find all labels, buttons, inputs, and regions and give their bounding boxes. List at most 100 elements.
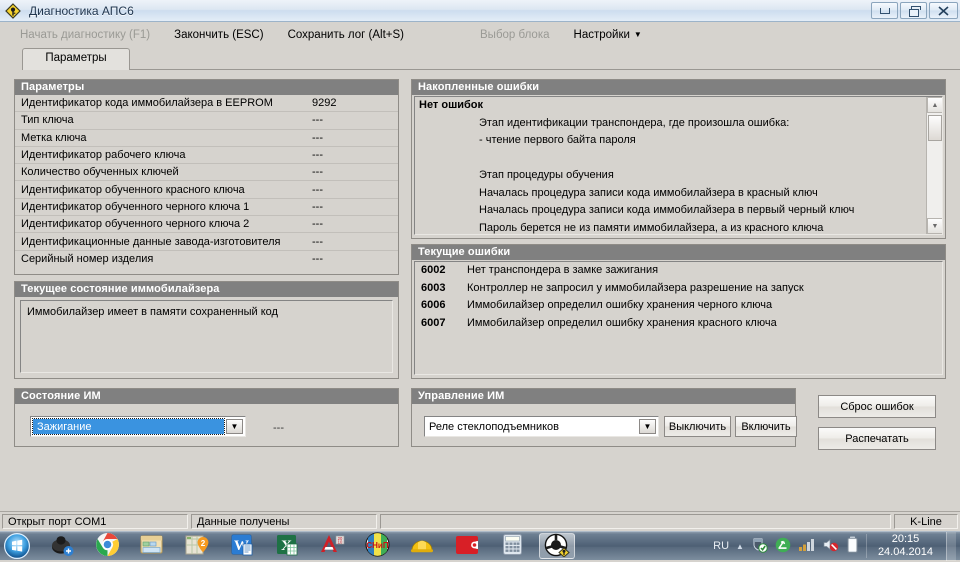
taskbar-item-2gis[interactable]: 2 bbox=[179, 533, 215, 559]
current-error-row[interactable]: 6006Иммобилайзер определил ошибку хранен… bbox=[415, 297, 942, 315]
clock-time: 20:15 bbox=[878, 533, 933, 546]
clock-date: 24.04.2014 bbox=[878, 546, 933, 559]
taskbar-item-wallet[interactable] bbox=[449, 533, 485, 559]
parameter-row[interactable]: Метка ключа--- bbox=[15, 130, 398, 147]
immobilizer-state-listbox[interactable]: Иммобилайзер имеет в памяти сохраненный … bbox=[20, 300, 393, 373]
menu-item-select-unit[interactable]: Выбор блока bbox=[468, 26, 562, 44]
current-errors-panel: Текущие ошибки 6002Нет транспондера в за… bbox=[411, 244, 946, 379]
status-spacer-cell bbox=[380, 514, 891, 529]
taskbar-item-chrome[interactable] bbox=[89, 533, 125, 559]
im-state-value: --- bbox=[273, 422, 284, 434]
current-error-row[interactable]: 6003Контроллер не запросил у иммобилайзе… bbox=[415, 280, 942, 298]
restore-button[interactable] bbox=[900, 2, 927, 19]
accumulated-error-line: Этап идентификации транспондера, где про… bbox=[415, 115, 925, 133]
parameter-name: Идентификатор обученного черного ключа 1 bbox=[21, 201, 308, 213]
clock[interactable]: 20:15 24.04.2014 bbox=[874, 533, 939, 559]
parameter-value: --- bbox=[308, 166, 394, 178]
tab-parameters[interactable]: Параметры bbox=[22, 48, 130, 70]
parameter-row[interactable]: Идентификационные данные завода-изготови… bbox=[15, 233, 398, 250]
parameter-row[interactable]: Идентификатор обученного красного ключа-… bbox=[15, 181, 398, 198]
scroll-up-icon[interactable]: ▲ bbox=[927, 97, 943, 113]
show-hidden-icons-icon[interactable]: ▲ bbox=[736, 542, 744, 551]
taskbar-item-explorer[interactable] bbox=[134, 533, 170, 559]
scroll-down-icon[interactable]: ▼ bbox=[927, 218, 943, 234]
parameter-value: --- bbox=[308, 218, 394, 230]
reset-errors-button[interactable]: Сброс ошибок bbox=[818, 395, 936, 418]
current-error-row[interactable]: 6007Иммобилайзер определил ошибку хранен… bbox=[415, 315, 942, 333]
parameter-row[interactable]: Серийный номер изделия--- bbox=[15, 251, 398, 268]
taskbar-item-excel[interactable]: X bbox=[269, 533, 305, 559]
accumulated-errors-title: Накопленные ошибки bbox=[412, 80, 945, 95]
status-message-cell: Данные получены bbox=[191, 514, 377, 529]
parameter-name: Идентификатор обученного красного ключа bbox=[21, 184, 308, 196]
print-button[interactable]: Распечатать bbox=[818, 427, 936, 450]
parameters-table[interactable]: Идентификатор кода иммобилайзера в EEPRO… bbox=[15, 95, 398, 268]
tab-strip: Параметры bbox=[0, 48, 960, 70]
aps6-diagnostics-icon bbox=[544, 533, 570, 560]
menu-item-settings[interactable]: Настройки▼ bbox=[562, 26, 654, 44]
taskbar-item-autocad[interactable]: 20 10 bbox=[314, 533, 350, 559]
im-control-title: Управление ИМ bbox=[412, 389, 795, 404]
current-errors-listbox[interactable]: 6002Нет транспондера в замке зажигания60… bbox=[414, 261, 943, 375]
taskbar-item-word[interactable]: W bbox=[224, 533, 260, 559]
close-button[interactable] bbox=[929, 2, 958, 19]
immobilizer-state-body: Иммобилайзер имеет в памяти сохраненный … bbox=[15, 297, 398, 378]
current-errors-title: Текущие ошибки bbox=[412, 245, 945, 260]
security-shield-icon[interactable] bbox=[751, 537, 768, 556]
parameter-row[interactable]: Количество обученных ключей--- bbox=[15, 164, 398, 181]
scrollbar-thumb[interactable] bbox=[928, 115, 942, 141]
menu-item-save-log-label: Сохранить лог (Alt+S) bbox=[288, 29, 404, 41]
minimize-button[interactable] bbox=[871, 2, 898, 19]
im-control-select[interactable]: Реле стеклоподъемников ▼ bbox=[424, 416, 659, 437]
accumulated-errors-listbox[interactable]: Нет ошибокЭтап идентификации транспондер… bbox=[414, 96, 943, 235]
current-error-text: Нет транспондера в замке зажигания bbox=[467, 262, 942, 280]
parameter-value: 9292 bbox=[308, 97, 394, 109]
current-error-row[interactable]: 6002Нет транспондера в замке зажигания bbox=[415, 262, 942, 280]
parameter-row[interactable]: Идентификатор кода иммобилайзера в EEPRO… bbox=[15, 95, 398, 112]
signal-bars-icon[interactable] bbox=[798, 537, 815, 555]
taskbar-item-aps6-diagnostics[interactable] bbox=[539, 533, 575, 559]
turn-off-button[interactable]: Выключить bbox=[664, 416, 731, 437]
window-title: Диагностика АПС6 bbox=[29, 4, 134, 18]
parameter-row[interactable]: Идентификатор обученного черного ключа 1… bbox=[15, 199, 398, 216]
accumulated-error-line: Началась процедура записи кода иммобилай… bbox=[415, 202, 925, 220]
turn-on-button[interactable]: Включить bbox=[735, 416, 797, 437]
taskbar-item-nero[interactable] bbox=[44, 533, 80, 559]
parameter-row[interactable]: Идентификатор обученного черного ключа 2… bbox=[15, 216, 398, 233]
parameter-value: --- bbox=[308, 236, 394, 248]
menu-item-start-diagnostics[interactable]: Начать диагностику (F1) bbox=[8, 26, 162, 44]
taskbar-item-calculator[interactable] bbox=[494, 533, 530, 559]
accumulated-errors-scrollbar[interactable]: ▲ ▼ bbox=[926, 97, 942, 234]
parameter-name: Идентификационные данные завода-изготови… bbox=[21, 236, 308, 248]
chevron-down-icon[interactable]: ▼ bbox=[226, 419, 243, 434]
parameter-value: --- bbox=[308, 253, 394, 265]
accumulated-error-line: Нет ошибок bbox=[415, 97, 925, 115]
current-error-code: 6006 bbox=[415, 297, 467, 315]
parameters-panel: Параметры Идентификатор кода иммобилайзе… bbox=[14, 79, 399, 275]
im-control-panel: Управление ИМ Реле стеклоподъемников ▼ В… bbox=[411, 388, 796, 447]
battery-icon[interactable] bbox=[846, 536, 859, 556]
autocad-icon: 20 10 bbox=[320, 533, 345, 559]
accumulated-error-line bbox=[415, 150, 925, 168]
show-desktop-button[interactable] bbox=[946, 532, 956, 561]
status-port-cell: Открыт порт COM1 bbox=[2, 514, 188, 529]
parameter-row[interactable]: Тип ключа--- bbox=[15, 112, 398, 129]
current-error-code: 6003 bbox=[415, 280, 467, 298]
parameter-row[interactable]: Идентификатор рабочего ключа--- bbox=[15, 147, 398, 164]
calculator-icon bbox=[502, 533, 523, 559]
im-state-select[interactable]: Зажигание ▼ bbox=[30, 416, 246, 437]
chevron-down-icon[interactable]: ▼ bbox=[639, 419, 656, 434]
menu-item-save-log[interactable]: Сохранить лог (Alt+S) bbox=[276, 26, 416, 44]
parameter-name: Идентификатор обученного черного ключа 2 bbox=[21, 218, 308, 230]
taskbar-item-helmet[interactable] bbox=[404, 533, 440, 559]
language-indicator[interactable]: RU bbox=[713, 540, 729, 552]
immobilizer-state-title: Текущее состояние иммобилайзера bbox=[15, 282, 398, 297]
print-button-label: Распечатать bbox=[845, 433, 908, 445]
menu-item-finish[interactable]: Закончить (ESC) bbox=[162, 26, 275, 44]
network-icon[interactable] bbox=[775, 537, 791, 556]
start-button[interactable] bbox=[2, 533, 32, 559]
taskbar-item-snip[interactable]: СНиП bbox=[359, 533, 395, 559]
volume-muted-icon[interactable] bbox=[822, 537, 839, 555]
parameter-name: Серийный номер изделия bbox=[21, 253, 308, 265]
menu-item-start-diagnostics-label: Начать диагностику (F1) bbox=[20, 29, 150, 41]
